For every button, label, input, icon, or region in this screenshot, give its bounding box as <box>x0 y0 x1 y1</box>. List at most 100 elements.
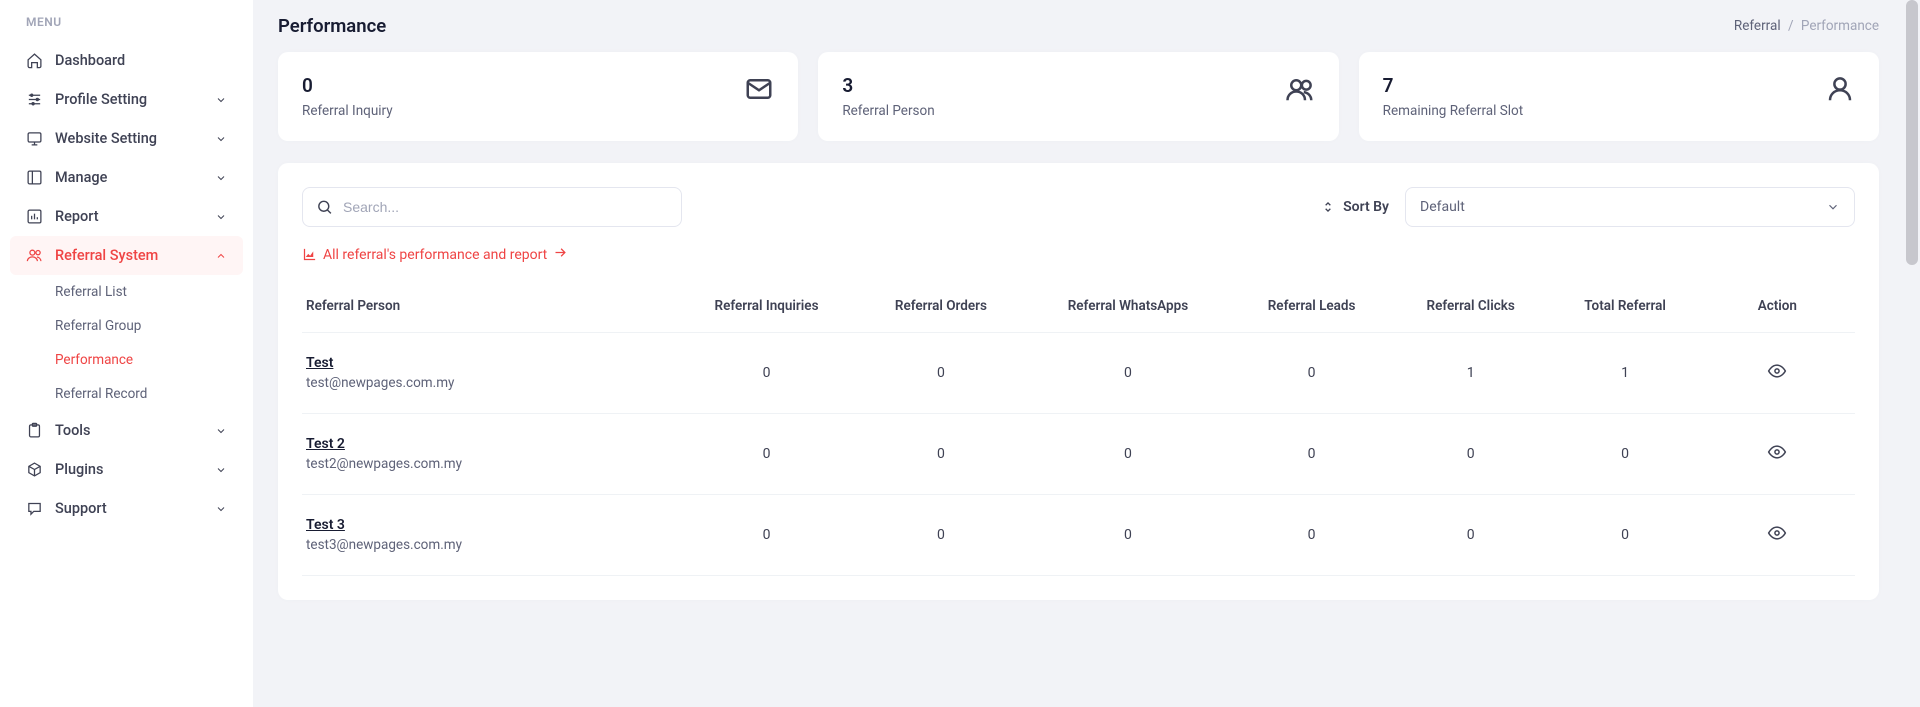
referral-person-email: test2@newpages.com.my <box>306 456 462 472</box>
sidebar-item-label: Dashboard <box>55 52 125 69</box>
sort-select[interactable]: Default <box>1405 187 1855 227</box>
cell-leads: 0 <box>1232 333 1391 414</box>
cell-orders: 0 <box>858 333 1023 414</box>
sidebar-sub-item-performance[interactable]: Performance <box>55 343 243 377</box>
cell-inquiries: 0 <box>675 333 859 414</box>
referral-person-name[interactable]: Test 3 <box>306 517 667 533</box>
sidebar-item-dashboard[interactable]: Dashboard <box>10 41 243 80</box>
referral-person-email: test3@newpages.com.my <box>306 537 462 553</box>
report-link-text: All referral's performance and report <box>323 247 547 263</box>
performance-table: Referral Person Referral Inquiries Refer… <box>302 286 1855 576</box>
cell-inquiries: 0 <box>675 495 859 576</box>
sidebar-item-referral-system[interactable]: Referral System <box>10 236 243 275</box>
sidebar-item-label: Manage <box>55 169 107 186</box>
scrollbar-track[interactable] <box>1904 0 1920 707</box>
th-inquiries: Referral Inquiries <box>675 286 859 333</box>
users2-icon <box>1285 74 1315 108</box>
sidebar-item-profile-setting[interactable]: Profile Setting <box>10 80 243 119</box>
cell-total: 0 <box>1550 414 1699 495</box>
chart-area-icon <box>302 247 317 262</box>
stat-label: Referral Inquiry <box>302 103 393 119</box>
sidebar-sub-item-referral-group[interactable]: Referral Group <box>55 309 243 343</box>
view-button[interactable] <box>1767 531 1787 547</box>
th-person: Referral Person <box>302 286 675 333</box>
chevron-down-icon <box>215 503 227 515</box>
view-button[interactable] <box>1767 369 1787 385</box>
sort-by-label: Sort By <box>1321 199 1389 215</box>
table-header-row: Referral Person Referral Inquiries Refer… <box>302 286 1855 333</box>
sidebar-item-label: Report <box>55 208 99 225</box>
cell-whatsapps: 0 <box>1024 333 1233 414</box>
sidebar-item-support[interactable]: Support <box>10 489 243 528</box>
stats-row: 0 Referral Inquiry 3 Referral Person 7 R… <box>278 52 1879 141</box>
cell-total: 1 <box>1550 333 1699 414</box>
sidebar-sub-item-referral-record[interactable]: Referral Record <box>55 377 243 411</box>
cell-leads: 0 <box>1232 414 1391 495</box>
chevron-down-icon <box>215 211 227 223</box>
stat-value: 0 <box>302 74 393 97</box>
view-button[interactable] <box>1767 450 1787 466</box>
home-icon <box>26 52 43 69</box>
cell-whatsapps: 0 <box>1024 495 1233 576</box>
users-icon <box>26 247 43 264</box>
sidebar-item-label: Website Setting <box>55 130 157 147</box>
referral-person-name[interactable]: Test <box>306 355 667 371</box>
page-header: Performance Referral / Performance <box>253 0 1904 52</box>
stat-card-referral-inquiry: 0 Referral Inquiry <box>278 52 798 141</box>
chevron-down-icon <box>1826 200 1840 214</box>
package-icon <box>26 461 43 478</box>
cell-clicks: 1 <box>1391 333 1551 414</box>
th-orders: Referral Orders <box>858 286 1023 333</box>
search-wrap <box>302 187 682 227</box>
stat-value: 3 <box>842 74 934 97</box>
chevron-down-icon <box>215 425 227 437</box>
cell-clicks: 0 <box>1391 414 1551 495</box>
sidebar-item-website-setting[interactable]: Website Setting <box>10 119 243 158</box>
referral-person-email: test@newpages.com.my <box>306 375 454 391</box>
chevron-up-icon <box>215 250 227 262</box>
cell-leads: 0 <box>1232 495 1391 576</box>
sidebar-item-label: Support <box>55 500 107 517</box>
sort-icon <box>1321 200 1335 214</box>
breadcrumb: Referral / Performance <box>1734 18 1879 34</box>
chevron-down-icon <box>215 94 227 106</box>
user-icon <box>1825 74 1855 108</box>
mail-icon <box>744 74 774 108</box>
breadcrumb-first[interactable]: Referral <box>1734 18 1781 34</box>
sidebar-item-manage[interactable]: Manage <box>10 158 243 197</box>
cell-clicks: 0 <box>1391 495 1551 576</box>
sidebar-item-report[interactable]: Report <box>10 197 243 236</box>
stat-label: Remaining Referral Slot <box>1383 103 1524 119</box>
table-row: Test 2 test2@newpages.com.my 0 0 0 0 0 0 <box>302 414 1855 495</box>
monitor-icon <box>26 130 43 147</box>
sliders-icon <box>26 91 43 108</box>
cell-orders: 0 <box>858 414 1023 495</box>
bar-icon <box>26 208 43 225</box>
cell-inquiries: 0 <box>675 414 859 495</box>
scrollbar-thumb[interactable] <box>1906 0 1918 265</box>
sidebar-item-label: Tools <box>55 422 90 439</box>
sidebar-item-tools[interactable]: Tools <box>10 411 243 450</box>
table-row: Test 3 test3@newpages.com.my 0 0 0 0 0 0 <box>302 495 1855 576</box>
sidebar-sub-item-referral-list[interactable]: Referral List <box>55 275 243 309</box>
th-clicks: Referral Clicks <box>1391 286 1551 333</box>
table-row: Test test@newpages.com.my 0 0 0 0 1 1 <box>302 333 1855 414</box>
search-input[interactable] <box>302 187 682 227</box>
eye-icon <box>1767 361 1787 381</box>
eye-icon <box>1767 523 1787 543</box>
stat-card-remaining-referral-slot: 7 Remaining Referral Slot <box>1359 52 1879 141</box>
search-icon <box>316 199 333 216</box>
clipboard-icon <box>26 422 43 439</box>
stat-label: Referral Person <box>842 103 934 119</box>
stat-card-referral-person: 3 Referral Person <box>818 52 1338 141</box>
th-leads: Referral Leads <box>1232 286 1391 333</box>
sidebar-item-plugins[interactable]: Plugins <box>10 450 243 489</box>
layout-icon <box>26 169 43 186</box>
th-action: Action <box>1700 286 1855 333</box>
referral-person-name[interactable]: Test 2 <box>306 436 667 452</box>
cell-orders: 0 <box>858 495 1023 576</box>
sidebar-item-label: Plugins <box>55 461 103 478</box>
all-referral-report-link[interactable]: All referral's performance and report <box>302 245 1855 264</box>
breadcrumb-separator: / <box>1788 18 1794 34</box>
breadcrumb-current: Performance <box>1801 18 1879 34</box>
